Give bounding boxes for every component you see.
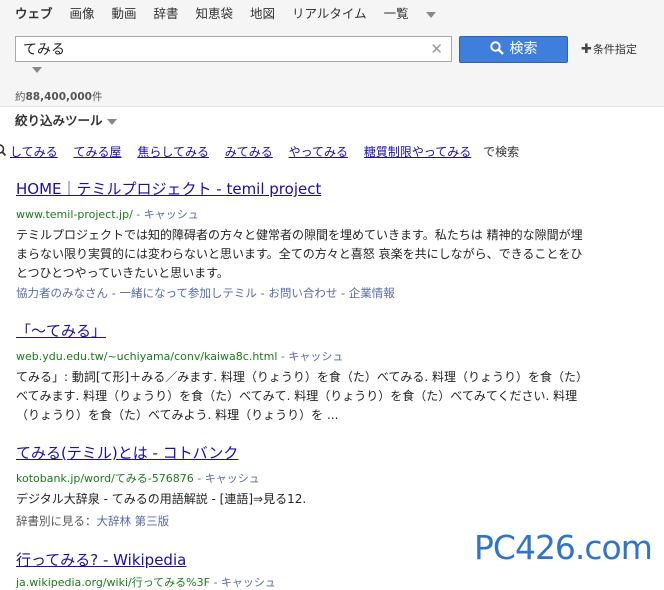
result-subline: 辞書別に見る：大辞林 第三版	[16, 513, 586, 529]
result-title[interactable]: 「～てみる」	[16, 320, 586, 341]
result-url: kotobank.jp/word/てみる-576876 - キャッシュ	[16, 470, 586, 486]
result-url-text: kotobank.jp/word/てみる-576876	[16, 472, 194, 485]
result-snippet: テミルプロジェクトでは知的障碍者の方々と健常者の隙間を埋めていきます。私たちは …	[16, 228, 583, 280]
search-result: てみる(テミル)とは - コトバンク kotobank.jp/word/てみる-…	[16, 442, 586, 529]
result-title[interactable]: HOME｜テミルプロジェクト - temil project	[16, 178, 586, 199]
tab-web[interactable]: ウェブ	[15, 3, 53, 22]
search-icon	[0, 144, 7, 157]
tab-more[interactable]: 一覧	[384, 3, 449, 22]
result-count-suffix: 件	[91, 91, 103, 103]
search-box: ✕	[15, 36, 452, 62]
cache-link[interactable]: - キャッシュ	[281, 350, 343, 363]
cache-link[interactable]: - キャッシュ	[197, 472, 259, 485]
search-result: 「～てみる」 web.ydu.edu.tw/~uchiyama/conv/kai…	[16, 320, 586, 425]
search-result: HOME｜テミルプロジェクト - temil project www.temil…	[16, 178, 586, 301]
result-url: web.ydu.edu.tw/~uchiyama/conv/kaiwa8c.ht…	[16, 348, 586, 364]
tab-chiebukuro[interactable]: 知恵袋	[196, 3, 234, 22]
related-item[interactable]: 焦らしてみる	[137, 145, 209, 159]
tab-videos[interactable]: 動画	[112, 3, 137, 22]
related-item[interactable]: てみる屋	[73, 145, 121, 159]
search-header: ウェブ 画像 動画 辞書 知恵袋 地図 リアルタイム 一覧 ✕ 検索 ✚条件指定…	[0, 0, 664, 107]
result-count-prefix: 約	[15, 91, 26, 103]
result-count-value: 88,400,000	[25, 91, 92, 103]
search-result: 行ってみる? - Wikipedia ja.wikipedia.org/wiki…	[16, 549, 276, 590]
related-item[interactable]: みてみる	[225, 145, 273, 159]
search-button-label: 検索	[509, 41, 538, 57]
result-title[interactable]: 行ってみる? - Wikipedia	[16, 549, 276, 570]
result-sitelinks[interactable]: 協力者のみなさん - 一緒になって参加しテミル - お問い合わせ - 企業情報	[16, 285, 586, 301]
filter-tools-button[interactable]: 絞り込みツール	[15, 110, 117, 129]
chevron-down-icon	[106, 118, 117, 125]
related-item[interactable]: やってみる	[289, 145, 348, 159]
subline-prefix: 辞書別に見る：	[16, 514, 97, 528]
result-title[interactable]: てみる(テミル)とは - コトバンク	[16, 442, 586, 463]
cache-link[interactable]: - キャッシュ	[136, 208, 198, 221]
plus-icon: ✚	[581, 42, 592, 57]
result-count: 約88,400,000件	[15, 89, 102, 104]
clear-icon[interactable]: ✕	[430, 40, 443, 58]
related-suffix: で検索	[483, 145, 520, 159]
result-url-text: web.ydu.edu.tw/~uchiyama/conv/kaiwa8c.ht…	[16, 350, 278, 363]
tab-images[interactable]: 画像	[70, 3, 95, 22]
result-url: ja.wikipedia.org/wiki/行ってみる%3F - キャッシュ	[16, 574, 276, 590]
vertical-tabs: ウェブ 画像 動画 辞書 知恵袋 地図 リアルタイム 一覧	[15, 3, 462, 22]
related-searches: してみる てみる屋 焦らしてみる みてみる やってみる 糖質制限やってみる で検…	[0, 143, 519, 160]
search-input[interactable]	[21, 40, 415, 58]
filter-tools-label: 絞り込みツール	[15, 113, 103, 128]
related-item[interactable]: してみる	[10, 145, 58, 159]
chevron-down-icon	[425, 11, 436, 18]
result-snippet: てみる」: 動詞[て形]＋みる／みます. 料理（りょうり）を食（た）べてみる. …	[16, 370, 583, 422]
result-url-text: www.temil-project.jp/	[16, 208, 133, 221]
tab-realtime[interactable]: リアルタイム	[292, 3, 367, 22]
tab-more-label: 一覧	[383, 6, 409, 21]
watermark-logo: PC426.com	[474, 528, 653, 567]
result-url: www.temil-project.jp/ - キャッシュ	[16, 206, 586, 222]
conditions-label: 条件指定	[592, 43, 637, 56]
tab-maps[interactable]: 地図	[250, 3, 275, 22]
subline-link[interactable]: 大辞林 第三版	[97, 514, 170, 528]
related-item[interactable]: 糖質制限やってみる	[364, 145, 471, 159]
tab-dictionary[interactable]: 辞書	[154, 3, 179, 22]
search-icon	[489, 41, 504, 55]
search-button[interactable]: 検索	[459, 36, 568, 63]
result-snippet: デジタル大辞泉 - てみるの用語解説 - [連語]⇒見る12.	[16, 492, 307, 506]
conditions-link[interactable]: ✚条件指定	[581, 41, 637, 57]
chevron-down-icon[interactable]	[32, 67, 42, 73]
